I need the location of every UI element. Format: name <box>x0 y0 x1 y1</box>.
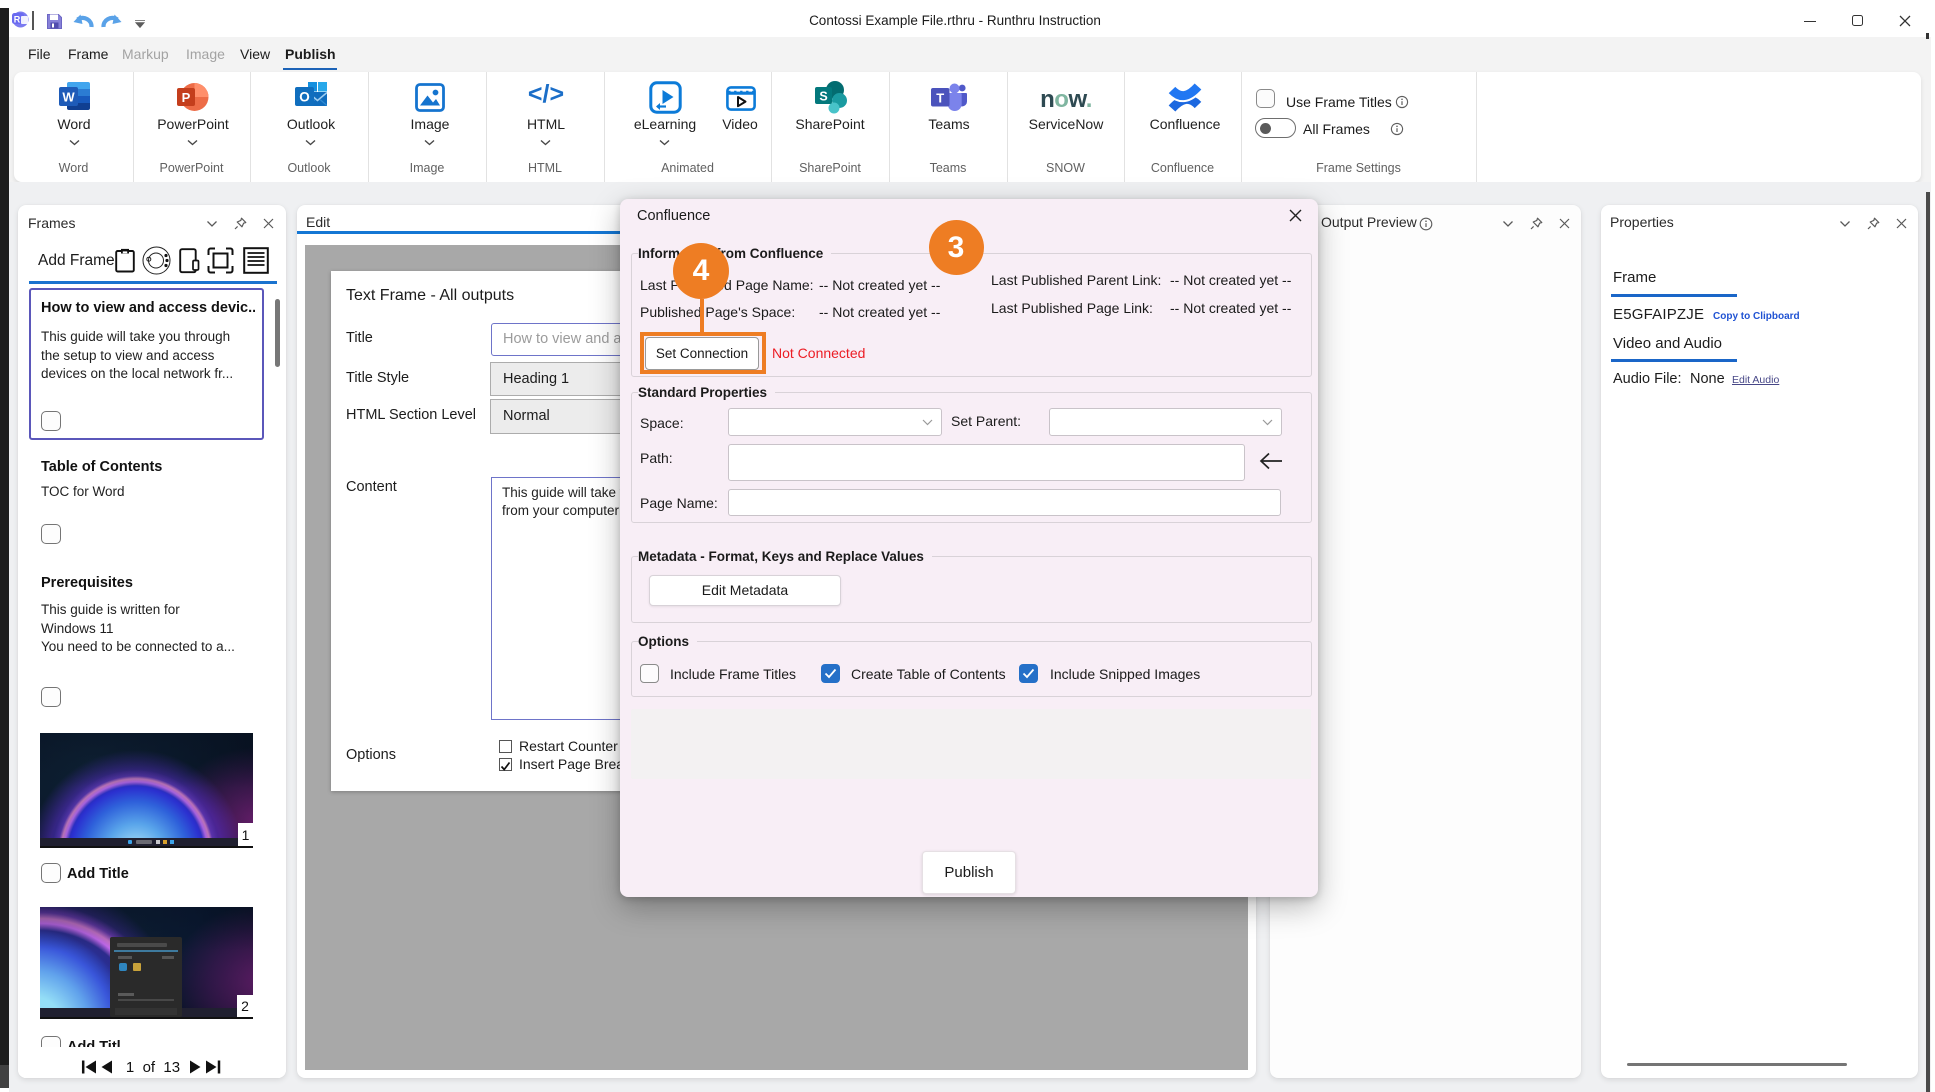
svg-text:O: O <box>299 90 310 105</box>
svg-text:S: S <box>819 90 827 104</box>
svg-text:P: P <box>182 90 191 105</box>
svg-text:R: R <box>14 15 21 25</box>
svg-text:T: T <box>936 91 944 106</box>
svg-text:W: W <box>62 90 75 105</box>
